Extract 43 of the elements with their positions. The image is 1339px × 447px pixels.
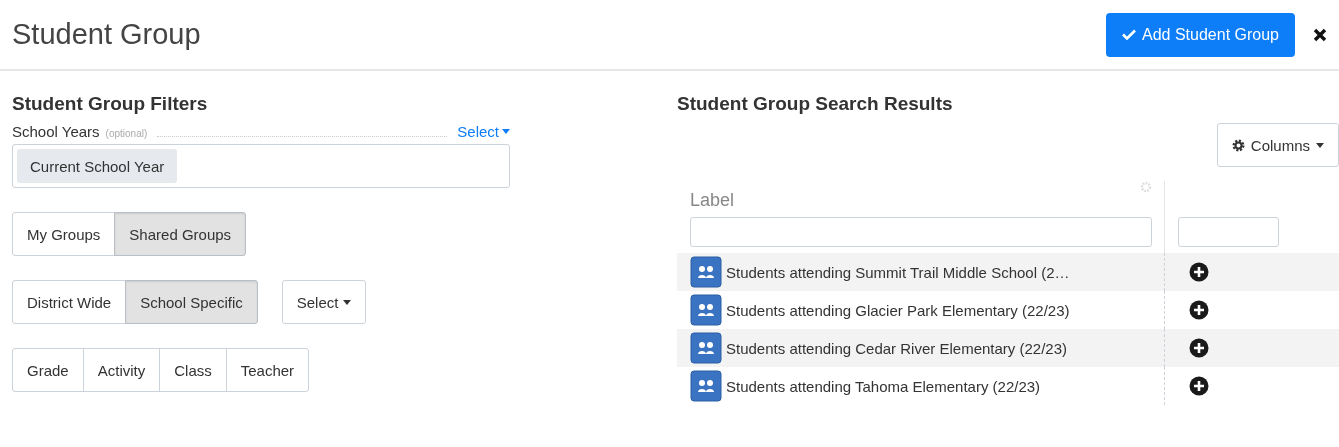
select-dropdown[interactable]: Select — [281, 280, 367, 324]
optional-hint: (optional) — [105, 128, 148, 139]
section-heading: Student Group Search Results — [677, 93, 954, 115]
column-filter-field[interactable] — [1178, 217, 1279, 247]
filter-toggle[interactable]: Activity — [82, 348, 161, 392]
field-label: School Years — [12, 123, 100, 140]
caret-icon — [502, 129, 510, 134]
section-heading: Student Group Filters — [12, 93, 209, 115]
add-row-button[interactable] — [1189, 338, 1209, 358]
add-circle-icon — [1189, 300, 1209, 320]
close-button[interactable] — [1313, 27, 1327, 42]
close-icon — [1313, 27, 1327, 42]
school-year-tag: Current School Year — [17, 149, 178, 183]
filter-toggle[interactable]: District Wide — [12, 280, 127, 324]
caret-icon — [343, 299, 352, 305]
check-icon — [1122, 29, 1136, 40]
add-circle-icon — [1189, 338, 1209, 358]
dialog-title: Student Group — [12, 18, 202, 51]
columns-button[interactable]: Columns — [1216, 123, 1339, 167]
add-row-button[interactable] — [1189, 262, 1209, 282]
add-row-button[interactable] — [1189, 300, 1209, 320]
group-icon — [690, 294, 722, 326]
caret-icon — [1316, 142, 1324, 148]
filter-toggle[interactable]: Grade — [12, 348, 84, 392]
filter-toggle[interactable]: Shared Groups — [114, 212, 247, 256]
add-student-group-button[interactable]: Add Student Group — [1106, 12, 1295, 57]
select-link[interactable]: Select — [457, 123, 510, 140]
add-circle-icon — [1189, 376, 1209, 396]
add-row-button[interactable] — [1189, 376, 1209, 396]
group-icon — [690, 370, 722, 402]
filter-toggle[interactable]: Teacher — [225, 348, 310, 392]
group-label[interactable]: Students attending Tahoma Elementary (22/23) — [726, 377, 1041, 395]
gear-icon — [1231, 138, 1245, 152]
add-circle-icon — [1189, 262, 1209, 282]
group-icon — [690, 332, 722, 364]
column-header: Label — [690, 190, 735, 211]
filter-toggle[interactable]: School Specific — [125, 280, 258, 324]
filter-toggle[interactable]: My Groups — [12, 212, 116, 256]
group-label[interactable]: Students attending Glacier Park Elementary (22/23) — [726, 301, 1070, 319]
filter-toggle[interactable]: Class — [159, 348, 227, 392]
school-years-field[interactable]: Current School Year — [12, 144, 510, 188]
column-filter-field[interactable] — [690, 217, 1152, 247]
group-icon — [690, 256, 722, 288]
